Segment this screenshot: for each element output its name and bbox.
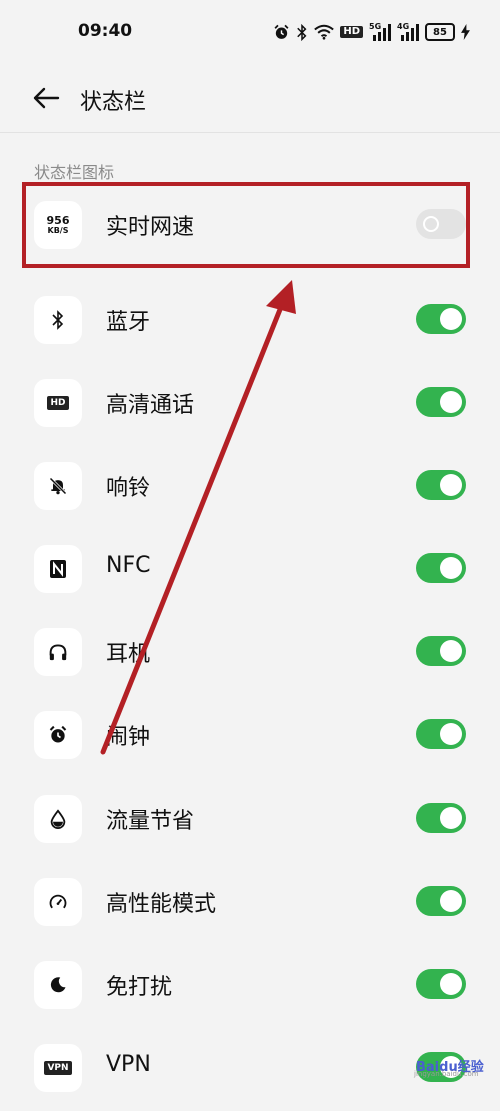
data-saver-icon bbox=[34, 795, 82, 843]
setting-label: 免打扰 bbox=[106, 975, 173, 1000]
alarm-icon bbox=[273, 23, 290, 41]
hd-call-icon: HD bbox=[34, 379, 82, 427]
vpn-icon: VPN bbox=[34, 1044, 82, 1092]
setting-row-headphones[interactable]: 耳机 bbox=[0, 610, 500, 694]
setting-row-high-performance[interactable]: 高性能模式 bbox=[0, 860, 500, 944]
back-arrow-icon bbox=[33, 87, 60, 109]
status-icons: HD 5G 4G 85 bbox=[273, 22, 470, 42]
toggle-switch[interactable] bbox=[416, 387, 466, 417]
setting-row-nfc[interactable]: NFC bbox=[0, 527, 500, 611]
toggle-switch[interactable] bbox=[416, 886, 466, 916]
setting-row-bluetooth[interactable]: 蓝牙 bbox=[0, 278, 500, 362]
setting-row-do-not-disturb[interactable]: 免打扰 bbox=[0, 943, 500, 1027]
setting-label: NFC bbox=[106, 553, 151, 578]
watermark: Baidu经验 jingyan.baidu.com bbox=[414, 1060, 484, 1078]
highlight-box bbox=[22, 182, 470, 268]
setting-label: 闹钟 bbox=[106, 725, 151, 750]
setting-label: 响铃 bbox=[106, 476, 151, 501]
setting-row-ringer[interactable]: 响铃 bbox=[0, 444, 500, 528]
page-title: 状态栏 bbox=[80, 90, 147, 115]
status-bar: 09:40 HD 5G 4G 85 bbox=[0, 0, 500, 64]
bluetooth-icon bbox=[34, 296, 82, 344]
alarm-icon bbox=[34, 711, 82, 759]
signal-5g-icon: 5G bbox=[369, 23, 391, 41]
charging-icon bbox=[461, 23, 470, 41]
status-time: 09:40 bbox=[78, 21, 133, 41]
gauge-icon bbox=[34, 878, 82, 926]
signal-4g-icon: 4G bbox=[397, 23, 419, 41]
toggle-switch[interactable] bbox=[416, 969, 466, 999]
setting-row-alarm[interactable]: 闹钟 bbox=[0, 693, 500, 777]
battery-icon: 85 bbox=[425, 23, 455, 41]
toggle-switch[interactable] bbox=[416, 636, 466, 666]
hd-icon: HD bbox=[340, 23, 363, 41]
toggle-switch[interactable] bbox=[416, 470, 466, 500]
app-header: 状态栏 bbox=[0, 64, 500, 133]
nfc-icon bbox=[34, 545, 82, 593]
toggle-switch[interactable] bbox=[416, 553, 466, 583]
section-title: 状态栏图标 bbox=[34, 163, 115, 182]
bluetooth-icon bbox=[296, 23, 308, 41]
toggle-switch[interactable] bbox=[416, 803, 466, 833]
moon-icon bbox=[34, 961, 82, 1009]
bell-off-icon bbox=[34, 462, 82, 510]
setting-label: 蓝牙 bbox=[106, 310, 151, 335]
setting-row-data-saver[interactable]: 流量节省 bbox=[0, 777, 500, 861]
setting-label: 高清通话 bbox=[106, 393, 195, 418]
setting-label: 流量节省 bbox=[106, 809, 195, 834]
setting-label: 耳机 bbox=[106, 642, 151, 667]
setting-label: VPN bbox=[106, 1052, 151, 1077]
wifi-icon bbox=[314, 23, 335, 41]
toggle-switch[interactable] bbox=[416, 719, 466, 749]
setting-label: 高性能模式 bbox=[106, 892, 217, 917]
headphones-icon bbox=[34, 628, 82, 676]
toggle-switch[interactable] bbox=[416, 304, 466, 334]
setting-row-hd-call[interactable]: HD 高清通话 bbox=[0, 361, 500, 445]
back-button[interactable] bbox=[32, 86, 60, 110]
